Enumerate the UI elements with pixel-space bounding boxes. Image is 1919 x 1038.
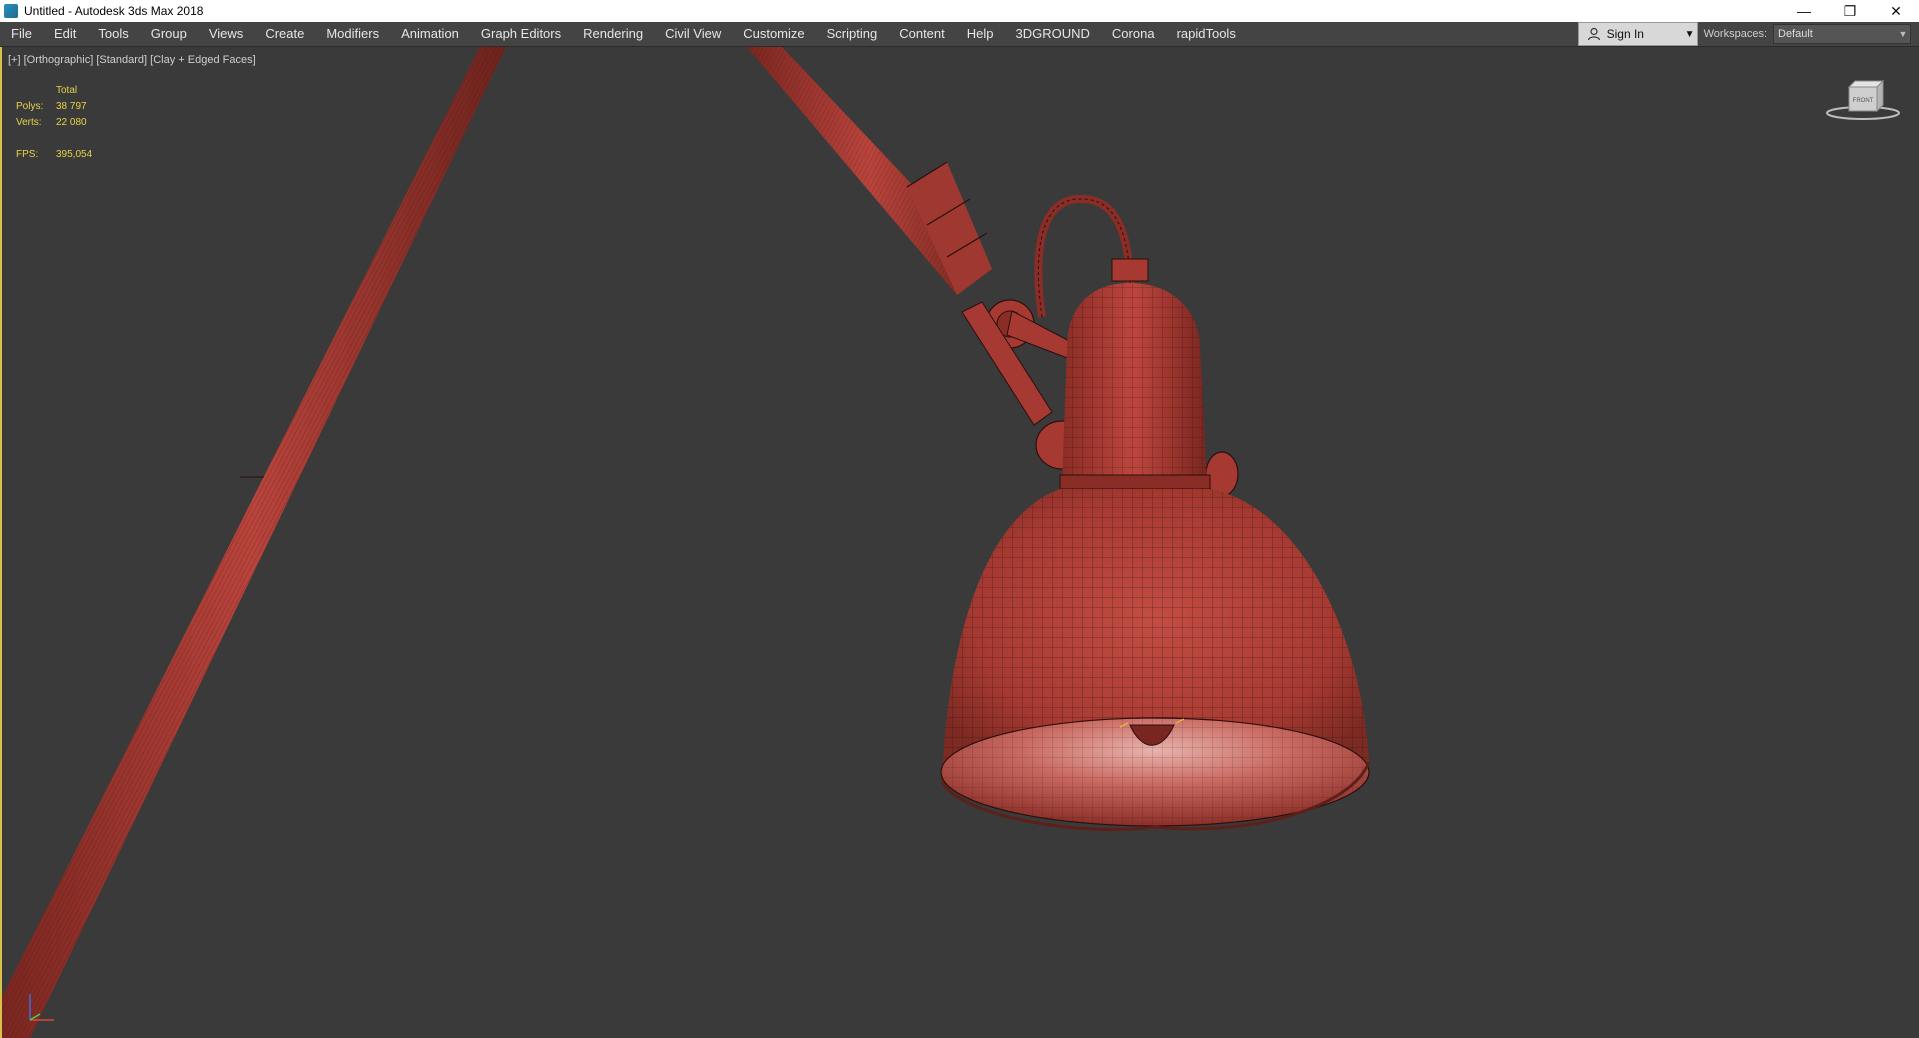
menu-content[interactable]: Content bbox=[888, 22, 956, 46]
menu-animation[interactable]: Animation bbox=[390, 22, 470, 46]
axis-tripod-icon bbox=[29, 994, 54, 1021]
menu-customize[interactable]: Customize bbox=[732, 22, 815, 46]
lamp-arm-rod[interactable] bbox=[747, 47, 992, 295]
menu-tools[interactable]: Tools bbox=[87, 22, 139, 46]
stats-header: Total bbox=[56, 85, 78, 96]
menu-edit[interactable]: Edit bbox=[43, 22, 87, 46]
menu-rendering[interactable]: Rendering bbox=[572, 22, 654, 46]
menu-rapidtools[interactable]: rapidTools bbox=[1166, 22, 1247, 46]
close-icon[interactable]: ✕ bbox=[1873, 0, 1919, 22]
verts-key: Verts: bbox=[16, 117, 42, 128]
perspective-viewport[interactable]: [+] [Orthographic] [Standard] [Clay + Ed… bbox=[0, 47, 1919, 1038]
sign-in-button[interactable]: Sign In ▼ bbox=[1577, 22, 1698, 46]
workspace-value: Default bbox=[1778, 28, 1813, 40]
user-icon bbox=[1585, 25, 1603, 43]
menu-create[interactable]: Create bbox=[254, 22, 315, 46]
title-bar: Untitled - Autodesk 3ds Max 2018 — ❐ ✕ bbox=[0, 0, 1919, 22]
fps-key: FPS: bbox=[16, 149, 39, 160]
menu-scripting[interactable]: Scripting bbox=[816, 22, 889, 46]
menu-3dground[interactable]: 3DGROUND bbox=[1005, 22, 1101, 46]
polys-value: 38 797 bbox=[56, 101, 87, 112]
viewcube-face-label: FRONT bbox=[1853, 98, 1874, 104]
minimize-icon[interactable]: — bbox=[1781, 0, 1827, 22]
scene-canvas[interactable] bbox=[2, 47, 1919, 1038]
workspace-dropdown[interactable]: Default ▼ bbox=[1773, 24, 1911, 44]
menu-modifiers[interactable]: Modifiers bbox=[315, 22, 390, 46]
fps-value: 395,054 bbox=[56, 149, 93, 160]
menu-help[interactable]: Help bbox=[956, 22, 1005, 46]
menu-group[interactable]: Group bbox=[140, 22, 198, 46]
restore-icon[interactable]: ❐ bbox=[1827, 0, 1873, 22]
verts-value: 22 080 bbox=[56, 117, 87, 128]
menu-corona[interactable]: Corona bbox=[1101, 22, 1166, 46]
menu-graph-editors[interactable]: Graph Editors bbox=[470, 22, 572, 46]
window-title: Untitled - Autodesk 3ds Max 2018 bbox=[24, 4, 204, 18]
lamp-shade[interactable] bbox=[940, 489, 1371, 832]
menu-file[interactable]: File bbox=[0, 22, 43, 46]
sign-in-label: Sign In bbox=[1606, 27, 1644, 41]
viewcube-icon[interactable]: FRONT bbox=[1823, 77, 1903, 123]
lamp-neck[interactable] bbox=[1059, 258, 1211, 490]
viewport-label[interactable]: [+] [Orthographic] [Standard] [Clay + Ed… bbox=[8, 54, 256, 66]
chevron-down-icon[interactable]: ▼ bbox=[1683, 29, 1697, 40]
menu-views[interactable]: Views bbox=[198, 22, 254, 46]
app-logo-icon bbox=[4, 4, 18, 18]
lamp-base-rod[interactable] bbox=[2, 47, 506, 1038]
workspaces-label: Workspaces: bbox=[1703, 28, 1767, 40]
menu-civil-view[interactable]: Civil View bbox=[654, 22, 732, 46]
polys-key: Polys: bbox=[16, 101, 44, 112]
menu-bar: File Edit Tools Group Views Create Modif… bbox=[0, 22, 1919, 47]
chevron-down-icon: ▼ bbox=[1898, 29, 1908, 39]
statistics-overlay: Total Polys: 38 797 Verts: 22 080 FPS: 395,… bbox=[16, 83, 92, 163]
